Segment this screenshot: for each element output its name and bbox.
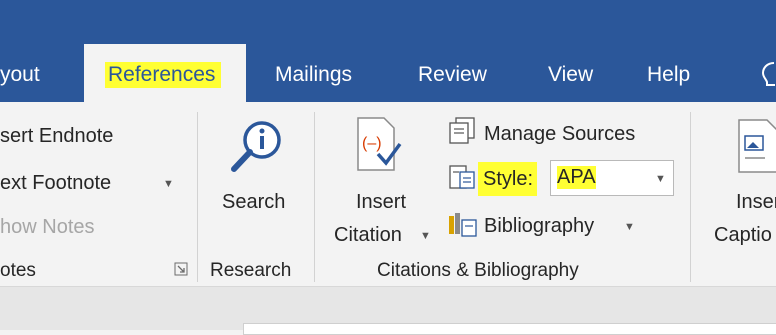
tab-references[interactable]: References [84,44,246,102]
group-separator [690,112,691,282]
document-page-edge [243,323,776,335]
style-icon [449,165,475,189]
insert-citation-line2[interactable]: Citation [334,223,402,247]
search-magnifier-icon[interactable] [229,118,287,174]
manage-sources-button[interactable]: Manage Sources [484,122,635,146]
citations-group-label: Citations & Bibliography [377,260,579,281]
insert-caption-icon[interactable] [735,118,776,174]
chevron-down-icon: ▼ [655,173,666,185]
tell-me-lightbulb-icon[interactable] [760,60,776,90]
tab-help[interactable]: Help [647,62,690,88]
tab-review[interactable]: Review [418,62,487,88]
tab-view[interactable]: View [548,62,593,88]
dialog-launcher-icon[interactable] [174,262,188,276]
insert-endnote-button[interactable]: sert Endnote [0,124,113,148]
insert-caption-line2[interactable]: Captio [714,223,772,247]
chevron-down-icon[interactable]: ▼ [420,230,431,242]
tab-layout[interactable]: yout [0,62,40,88]
bibliography-button[interactable]: Bibliography [484,214,594,238]
manage-sources-icon [449,117,475,144]
group-separator [314,112,315,282]
tab-references-label: References [105,62,222,88]
next-footnote-button[interactable]: ext Footnote [0,171,111,195]
chevron-down-icon[interactable]: ▼ [624,221,635,233]
search-button[interactable]: Search [222,190,285,214]
research-group-label: Research [210,260,292,281]
insert-caption-line1[interactable]: Inser [736,190,776,214]
footnotes-group-label: otes [0,260,36,281]
show-notes-button[interactable]: how Notes [0,215,95,239]
style-value: APA [557,166,596,189]
insert-citation-line1[interactable]: Insert [356,190,406,214]
svg-text:(–): (–) [362,135,382,152]
tab-mailings[interactable]: Mailings [275,62,352,88]
chevron-down-icon[interactable]: ▼ [163,178,174,190]
style-label: Style: [478,162,538,196]
group-separator [197,112,198,282]
bibliography-icon [449,213,477,237]
insert-citation-icon[interactable]: (–) [354,116,402,172]
ribbon-tab-bar: yout References Mailings Review View Hel… [0,0,776,102]
style-dropdown[interactable]: APA ▼ [550,160,674,196]
